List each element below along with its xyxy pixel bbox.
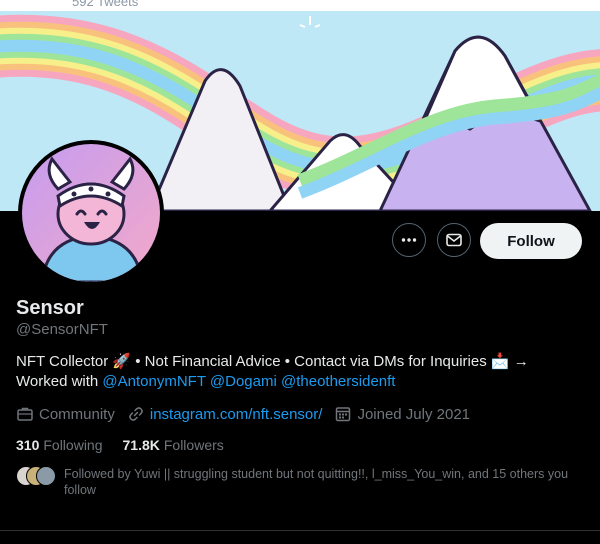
divider <box>0 530 600 531</box>
mail-icon <box>446 233 462 247</box>
following-stat[interactable]: 310 Following <box>16 437 103 453</box>
website-link[interactable]: instagram.com/nft.sensor/ <box>150 406 323 423</box>
followed-by-text: Followed by Yuwi || struggling student b… <box>64 467 569 497</box>
profile-category: Community <box>16 405 115 423</box>
tweet-count: 592 Tweets <box>72 0 139 9</box>
bio-worked-with-label: Worked with <box>16 373 103 390</box>
profile-bio: NFT Collector 🚀 • Not Financial Advice •… <box>16 352 576 392</box>
followers-stat[interactable]: 71.8K Followers <box>123 437 224 453</box>
joined-date: Joined July 2021 <box>357 405 471 423</box>
follow-button[interactable]: Follow <box>480 223 582 259</box>
profile-stats: 310 Following 71.8K Followers <box>16 437 244 453</box>
avatar-illustration <box>22 144 160 282</box>
link-icon <box>129 407 143 421</box>
followers-label: Followers <box>163 437 224 453</box>
more-options-button[interactable] <box>392 223 426 257</box>
category-label: Community <box>39 405 115 423</box>
briefcase-icon <box>17 407 33 421</box>
following-count: 310 <box>16 437 40 453</box>
mention-link-dogami[interactable]: @Dogami <box>210 373 277 390</box>
calendar-icon <box>336 407 351 422</box>
bio-line-2: Worked with @AntonymNFT @Dogami @theothe… <box>16 372 576 392</box>
profile-joined: Joined July 2021 <box>334 405 470 423</box>
profile-handle: @SensorNFT <box>16 321 108 338</box>
profile-meta: Community instagram.com/nft.sensor/ Join… <box>16 404 482 424</box>
following-label: Following <box>43 437 103 453</box>
mutual-follower-avatars <box>16 466 56 486</box>
header-strip: 592 Tweets <box>0 0 600 11</box>
avatar <box>36 466 56 486</box>
followers-count: 71.8K <box>122 437 160 453</box>
message-button[interactable] <box>437 223 471 257</box>
profile-avatar[interactable] <box>18 140 164 286</box>
profile-website[interactable]: instagram.com/nft.sensor/ <box>127 405 323 423</box>
profile-name: Sensor <box>16 297 84 319</box>
mention-link-theothersidenft[interactable]: @theothersidenft <box>281 373 395 390</box>
bio-line-1: NFT Collector 🚀 • Not Financial Advice •… <box>16 353 529 370</box>
more-horizontal-icon <box>401 238 417 242</box>
mention-link-antonymnft[interactable]: @AntonymNFT <box>102 373 205 390</box>
